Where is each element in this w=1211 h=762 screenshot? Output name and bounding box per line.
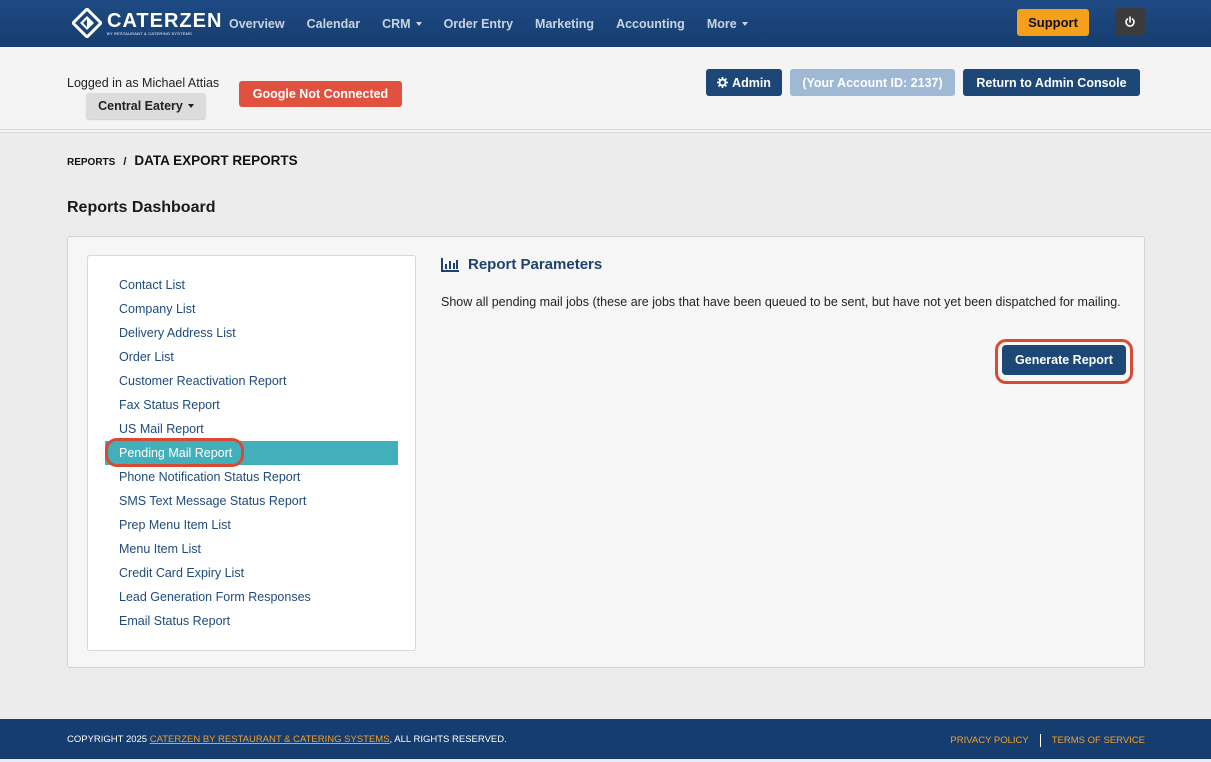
report-description: Show all pending mail jobs (these are jo… <box>441 295 1121 309</box>
report-item-contact-list[interactable]: Contact List <box>119 278 185 292</box>
return-admin-console-button[interactable]: Return to Admin Console <box>963 69 1140 96</box>
account-id-badge: (Your Account ID: 2137) <box>790 69 955 96</box>
page-title: Reports Dashboard <box>67 199 216 216</box>
nav-calendar[interactable]: Calendar <box>296 17 372 31</box>
logged-in-text: Logged in as Michael Attias <box>67 76 220 90</box>
report-item-menu-item-list[interactable]: Menu Item List <box>119 542 201 556</box>
caret-down-icon <box>415 22 422 27</box>
report-item-pending-mail[interactable]: Pending Mail Report <box>119 446 232 460</box>
breadcrumb-reports[interactable]: REPORTS <box>67 157 115 168</box>
bar-chart-icon <box>441 257 459 272</box>
nav-more[interactable]: More <box>696 17 759 31</box>
footer-divider <box>1039 734 1041 747</box>
generate-report-button[interactable]: Generate Report <box>1002 345 1126 375</box>
main-nav: Overview Calendar CRM Order Entry Market… <box>218 0 759 47</box>
power-icon <box>1125 16 1135 27</box>
breadcrumb-current: DATA EXPORT REPORTS <box>134 153 298 168</box>
report-item-phone-notification[interactable]: Phone Notification Status Report <box>119 470 300 484</box>
report-item-customer-reactivation[interactable]: Customer Reactivation Report <box>119 374 286 388</box>
caret-down-icon <box>187 104 194 108</box>
report-item-prep-menu[interactable]: Prep Menu Item List <box>119 518 231 532</box>
report-item-us-mail[interactable]: US Mail Report <box>119 422 204 436</box>
report-parameters-heading: Report Parameters <box>441 256 602 273</box>
report-item-credit-card-expiry[interactable]: Credit Card Expiry List <box>119 566 244 580</box>
nav-accounting[interactable]: Accounting <box>605 17 696 31</box>
copyright: COPYRIGHT 2025 CATERZEN BY RESTAURANT & … <box>67 734 507 745</box>
logo-diamond-icon <box>70 6 104 40</box>
account-bar: Logged in as Michael Attias Central Eate… <box>0 47 1211 133</box>
privacy-policy-link[interactable]: PRIVACY POLICY <box>950 735 1028 746</box>
report-item-company-list[interactable]: Company List <box>119 302 195 316</box>
report-item-lead-generation[interactable]: Lead Generation Form Responses <box>119 590 311 604</box>
support-button[interactable]: Support <box>1017 9 1089 36</box>
location-dropdown[interactable]: Central Eatery <box>86 93 206 119</box>
company-link[interactable]: CATERZEN BY RESTAURANT & CATERING SYSTEM… <box>150 734 390 745</box>
report-item-order-list[interactable]: Order List <box>119 350 174 364</box>
report-item-email-status[interactable]: Email Status Report <box>119 614 230 628</box>
footer: COPYRIGHT 2025 CATERZEN BY RESTAURANT & … <box>0 719 1211 759</box>
report-item-sms-status[interactable]: SMS Text Message Status Report <box>119 494 306 508</box>
nav-overview[interactable]: Overview <box>218 17 296 31</box>
report-list: Contact List Company List Delivery Addre… <box>87 255 416 651</box>
report-item-fax-status[interactable]: Fax Status Report <box>119 398 220 412</box>
caret-down-icon <box>741 22 748 27</box>
admin-button[interactable]: Admin <box>706 69 782 96</box>
logout-button[interactable] <box>1115 8 1145 36</box>
report-item-delivery-address-list[interactable]: Delivery Address List <box>119 326 236 340</box>
breadcrumb: REPORTS / DATA EXPORT REPORTS <box>67 153 298 168</box>
top-navbar: CATERZEN BY RESTAURANT & CATERING SYSTEM… <box>0 0 1211 47</box>
nav-marketing[interactable]: Marketing <box>524 17 605 31</box>
footer-links: PRIVACY POLICY TERMS OF SERVICE <box>950 734 1145 747</box>
terms-of-service-link[interactable]: TERMS OF SERVICE <box>1052 735 1145 746</box>
reports-panel: Contact List Company List Delivery Addre… <box>67 236 1145 668</box>
caterzen-logo[interactable]: CATERZEN BY RESTAURANT & CATERING SYSTEM… <box>70 6 223 40</box>
nav-crm[interactable]: CRM <box>371 17 432 31</box>
google-connect-button[interactable]: Google Not Connected <box>239 81 402 107</box>
gear-icon <box>717 77 729 88</box>
nav-order-entry[interactable]: Order Entry <box>433 17 524 31</box>
breadcrumb-separator: / <box>123 156 127 168</box>
logo-text: CATERZEN <box>107 9 223 32</box>
